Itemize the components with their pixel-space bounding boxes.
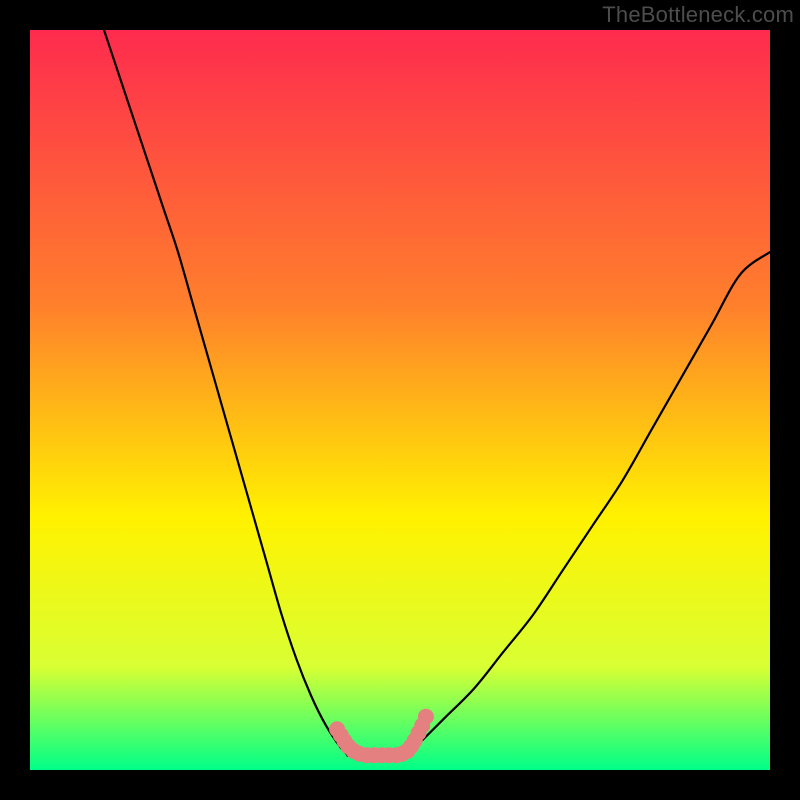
- watermark-text: TheBottleneck.com: [602, 2, 794, 28]
- chart-frame: { "watermark": "TheBottleneck.com", "col…: [0, 0, 800, 800]
- highlight-dot: [418, 709, 434, 725]
- plot-svg: [0, 0, 800, 800]
